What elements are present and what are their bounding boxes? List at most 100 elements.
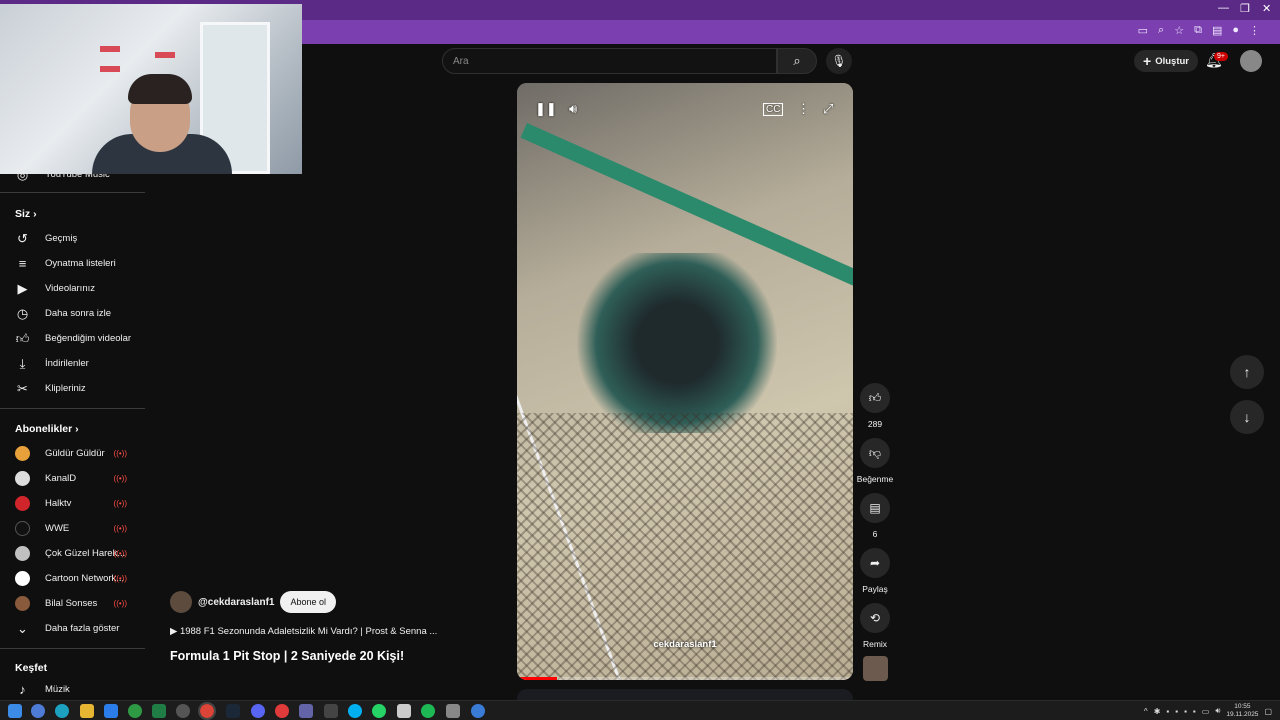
share-action: ➦ Paylaş: [855, 548, 895, 594]
sidebar-sub-cok-guzel-hareketler[interactable]: Çok Güzel Harek... ((•)): [0, 541, 145, 566]
app-icon[interactable]: [471, 704, 485, 718]
sidebar-item-liked-videos[interactable]: 👍︎ Beğendiğim videolar: [0, 326, 145, 351]
system-clock[interactable]: 10:55 19.11.2025: [1226, 703, 1258, 719]
previous-short-button[interactable]: ↑: [1230, 355, 1264, 389]
sidebar-item-watch-later[interactable]: ◷ Daha sonra izle: [0, 301, 145, 326]
explore-heading: Keşfet: [15, 662, 48, 674]
app-icon[interactable]: [31, 704, 45, 718]
more-options-icon[interactable]: ⋮: [797, 101, 810, 117]
sidebar-item-playlists[interactable]: ≡ Oynatma listeleri: [0, 251, 145, 276]
sidebar-sub-cartoon-network[interactable]: Cartoon Network... ((•)): [0, 566, 145, 591]
search-button[interactable]: ⌕: [777, 48, 817, 74]
comment-count: 6: [872, 529, 878, 539]
chevron-up-icon[interactable]: ^: [1144, 707, 1148, 716]
sidebar-item-label: Videolarınız: [45, 283, 95, 294]
sidebar-item-downloads[interactable]: ⤓ İndirilenler: [0, 351, 145, 376]
clips-icon: ✂: [17, 380, 28, 396]
tray-app-icon[interactable]: ▪: [1184, 707, 1187, 716]
sidebar-sub-bilal-sonses[interactable]: Bilal Sonses ((•)): [0, 591, 145, 616]
discord-icon[interactable]: [251, 704, 265, 718]
file-explorer-icon[interactable]: [80, 704, 94, 718]
live-indicator-icon: ((•)): [113, 474, 127, 483]
share-button[interactable]: ➦: [860, 548, 890, 578]
zoom-icon[interactable]: ⌕: [1158, 24, 1164, 37]
divider: [0, 648, 145, 649]
edge-icon[interactable]: [55, 704, 69, 718]
you-heading[interactable]: Siz ›: [15, 208, 37, 220]
whatsapp-icon[interactable]: [372, 704, 386, 718]
cast-icon[interactable]: ▭: [1138, 24, 1148, 37]
remix-icon: ⟲: [869, 611, 881, 625]
browser-menu-icon[interactable]: ⋮: [1249, 24, 1260, 37]
chrome-icon[interactable]: [198, 702, 216, 720]
app-icon[interactable]: [446, 704, 460, 718]
sidebar-item-music[interactable]: ♪ Müzik: [0, 677, 145, 702]
related-video-link[interactable]: ▶ 1988 F1 Sezonunda Adaletsizlik Mi Vard…: [170, 626, 437, 637]
sidebar-item-label: Güldür Güldür: [45, 448, 105, 459]
extensions-icon[interactable]: ⧉: [1194, 24, 1202, 37]
dislike-button[interactable]: 👎︎: [860, 438, 890, 468]
system-tray: ^ ✱ ▪ ▪ ▪ ▪ ▭ 🔊︎ 10:55 19.11.2025 ▢: [1144, 703, 1272, 719]
mail-icon[interactable]: [104, 704, 118, 718]
start-menu-icon[interactable]: [8, 704, 22, 718]
xbox-icon[interactable]: [128, 704, 142, 718]
channel-avatar[interactable]: [170, 591, 192, 613]
divider: [0, 192, 145, 193]
thumbs-up-icon: 👍︎: [868, 390, 882, 405]
app-icon[interactable]: [275, 704, 289, 718]
sidebar-item-label: Oynatma listeleri: [45, 258, 116, 269]
restore-icon[interactable]: ❐: [1240, 2, 1250, 15]
remix-button[interactable]: ⟲: [860, 603, 890, 633]
volume-icon[interactable]: 🔊︎: [569, 101, 577, 117]
comments-button[interactable]: ▤: [860, 493, 890, 523]
account-avatar[interactable]: [1240, 50, 1262, 72]
next-short-button[interactable]: ↓: [1230, 400, 1264, 434]
like-action: 👍︎ 289: [855, 383, 895, 429]
app-icon[interactable]: [397, 704, 411, 718]
app-icon[interactable]: [324, 704, 338, 718]
bookmark-star-icon[interactable]: ☆: [1174, 24, 1184, 37]
skype-icon[interactable]: [348, 704, 362, 718]
show-more-button[interactable]: ⌄ Daha fazla göster: [0, 616, 145, 641]
search-input[interactable]: Ara: [442, 48, 777, 74]
volume-tray-icon[interactable]: 🔊︎: [1215, 706, 1220, 716]
teams-icon[interactable]: [299, 704, 313, 718]
audio-source-thumbnail[interactable]: [863, 656, 888, 681]
excel-icon[interactable]: [152, 704, 166, 718]
shorts-video-player[interactable]: ❚❚ 🔊︎ CC ⋮ ⤢ cekdaraslanf1: [517, 83, 853, 680]
voice-search-button[interactable]: 🎙︎: [826, 48, 852, 74]
obs-icon[interactable]: [176, 704, 190, 718]
sidebar-sub-kanald[interactable]: KanalD ((•)): [0, 466, 145, 491]
fullscreen-icon[interactable]: ⤢: [823, 101, 833, 117]
profile-icon[interactable]: ●: [1232, 24, 1239, 37]
subscribe-button[interactable]: Abone ol: [280, 591, 336, 613]
create-button[interactable]: + Oluştur: [1134, 50, 1198, 72]
sidebar-item-clips[interactable]: ✂ Klipleriniz: [0, 376, 145, 401]
progress-fill: [517, 677, 558, 680]
tray-app-icon[interactable]: ▪: [1193, 707, 1196, 716]
notification-center-icon[interactable]: ▢: [1264, 707, 1272, 716]
like-button[interactable]: 👍︎: [860, 383, 890, 413]
channel-avatar: [15, 496, 30, 511]
network-icon[interactable]: ▭: [1202, 707, 1210, 716]
sidebar-item-your-videos[interactable]: ▶ Videolarınız: [0, 276, 145, 301]
spotify-icon[interactable]: [421, 704, 435, 718]
sidebar-sub-wwe[interactable]: WWE ((•)): [0, 516, 145, 541]
minimize-icon[interactable]: —: [1218, 2, 1229, 14]
channel-avatar: [15, 571, 30, 586]
sidebar-item-history[interactable]: ↺ Geçmiş: [0, 226, 145, 251]
tray-app-icon[interactable]: ▪: [1175, 707, 1178, 716]
tray-app-icon[interactable]: ▪: [1166, 707, 1169, 716]
pause-icon[interactable]: ❚❚: [535, 101, 557, 117]
bluetooth-icon[interactable]: ✱: [1154, 707, 1161, 716]
captions-icon[interactable]: CC: [763, 103, 784, 116]
sidebar-icon[interactable]: ▤: [1212, 24, 1222, 37]
steam-icon[interactable]: [226, 704, 240, 718]
notification-badge: 9+: [1214, 52, 1228, 61]
subscriptions-heading[interactable]: Abonelikler ›: [15, 423, 79, 435]
sidebar-sub-guldur-guldur[interactable]: Güldür Güldür ((•)): [0, 441, 145, 466]
video-progress-bar[interactable]: [517, 677, 853, 680]
sidebar-sub-halktv[interactable]: Halktv ((•)): [0, 491, 145, 516]
close-icon[interactable]: ✕: [1262, 2, 1271, 15]
channel-name[interactable]: @cekdaraslanf1: [198, 597, 274, 608]
